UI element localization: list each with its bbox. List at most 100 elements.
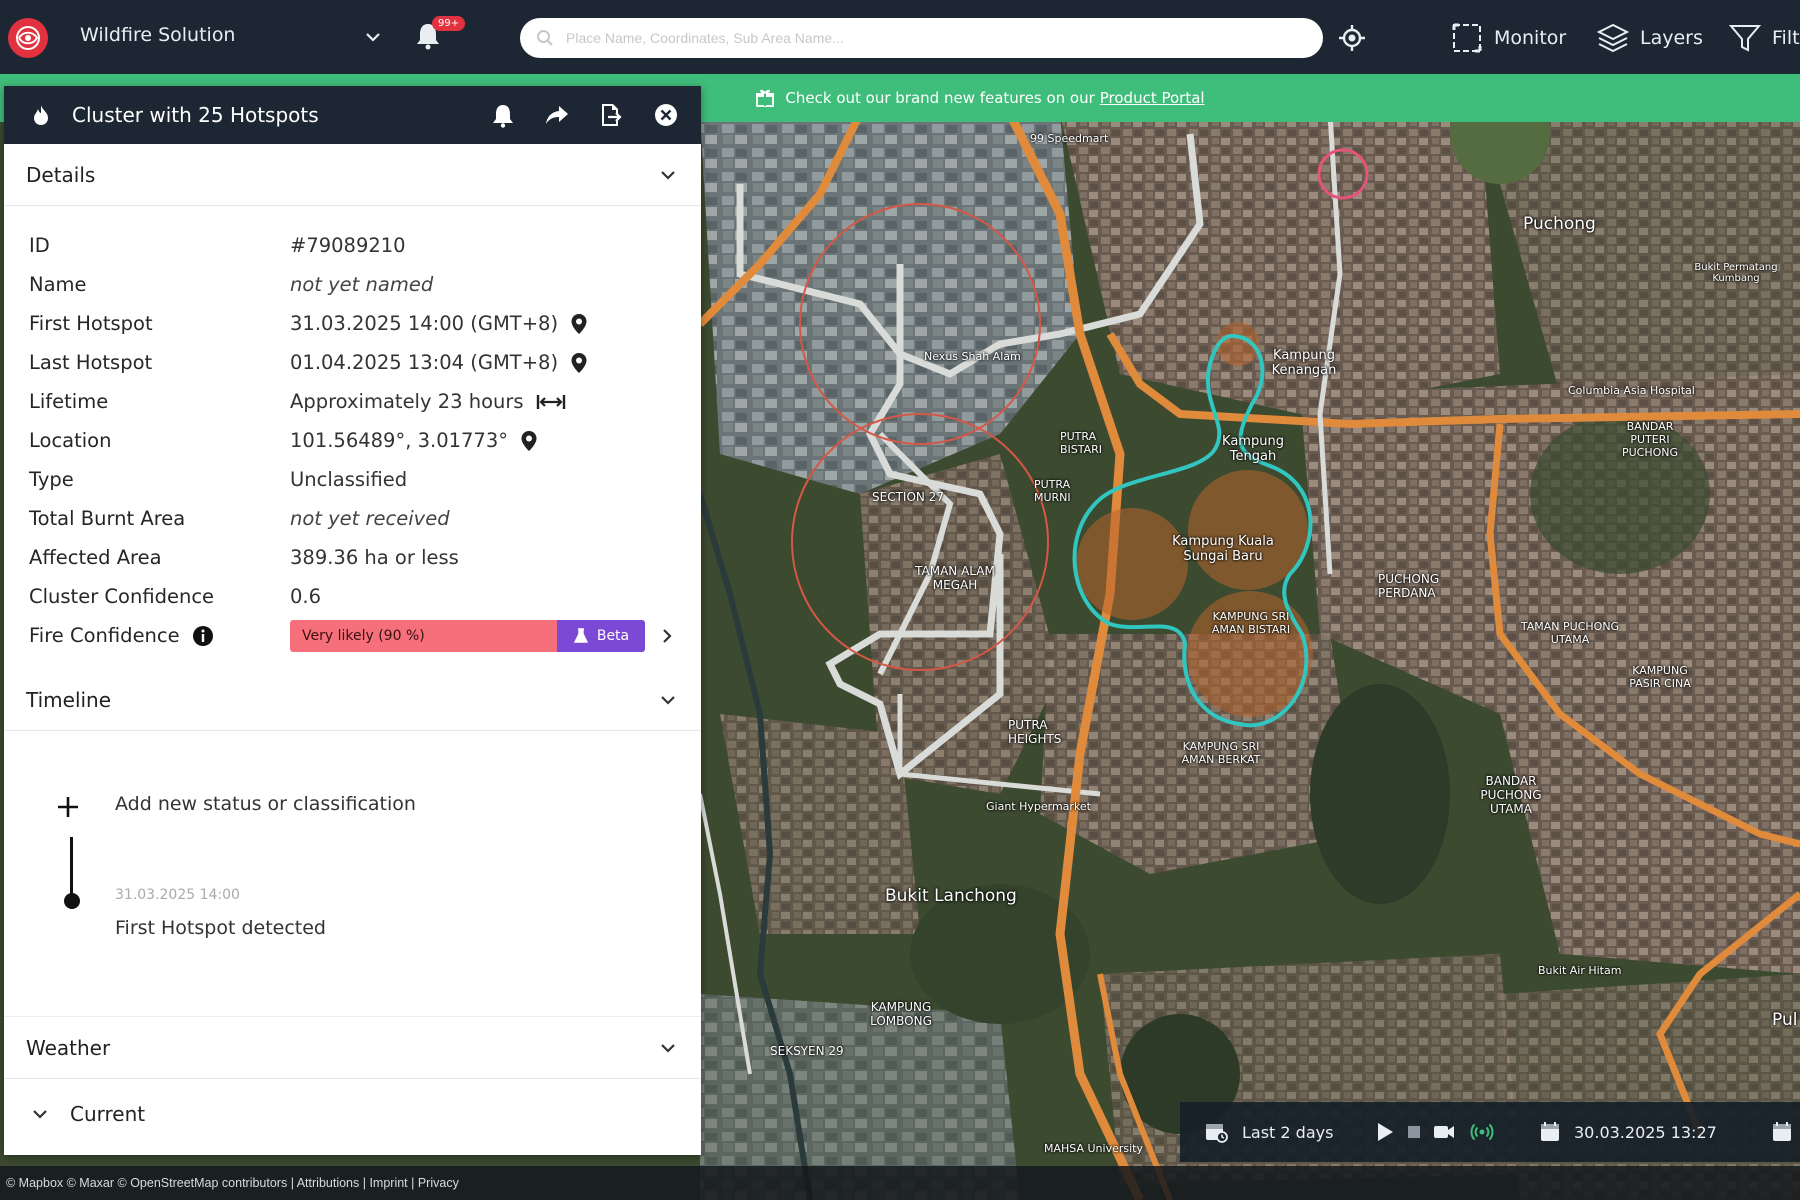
filter-label: Filt [1772,27,1800,49]
lifetime-value: Approximately 23 hours [290,390,524,413]
share-icon[interactable] [543,101,571,129]
bell-icon[interactable] [489,101,517,129]
location-label: Location [29,429,112,452]
map-label-putra-murni: PUTRA MURNI [1034,478,1071,504]
gift-icon [756,89,775,107]
map-label-bandar-puchong-utama: BANDAR PUCHONG UTAMA [1480,774,1542,816]
timeline-title: Timeline [26,687,112,712]
monitor-icon [1452,23,1482,53]
time-range-selector[interactable]: Last 2 days [1204,1120,1333,1144]
chevron-right-icon[interactable] [657,626,677,646]
detail-row-id: ID #79089210 [29,226,701,265]
map-pin-icon[interactable] [570,352,588,374]
chevron-down-icon [661,170,675,180]
time-range-label: Last 2 days [1242,1122,1334,1142]
info-icon[interactable] [192,625,214,647]
weather-section-header[interactable]: Weather [4,1017,701,1079]
chevron-down-icon [661,1043,675,1053]
name-label: Name [29,273,87,296]
fire-confidence-label-wrap: Fire Confidence [29,624,290,647]
name-value[interactable]: not yet named [290,273,433,296]
map-label-bukit-lanchong: Bukit Lanchong [885,886,1017,906]
map-pin-icon[interactable] [570,313,588,335]
chevron-down-icon[interactable] [363,27,383,47]
last-hotspot-label: Last Hotspot [29,351,153,374]
cluster-confidence-value: 0.6 [290,585,322,608]
detail-row-first-hotspot: First Hotspot 31.03.2025 14:00 (GMT+8) [29,304,701,343]
last-hotspot-value: 01.04.2025 13:04 (GMT+8) [290,351,559,374]
video-camera-icon[interactable] [1432,1120,1456,1144]
timeline-connector [70,837,73,899]
search-bar[interactable] [520,18,1323,58]
cluster-confidence-label: Cluster Confidence [29,585,215,608]
map-label-kampung-kenangan: Kampung Kenangan [1271,348,1337,378]
add-status-button[interactable]: Add new status or classification [115,793,416,815]
map-label-mahsa: MAHSA University [1044,1142,1143,1155]
current-weather-toggle[interactable]: Current [4,1079,701,1149]
detail-row-total-burnt-area: Total Burnt Area not yet received [29,499,701,538]
app-logo-icon[interactable] [8,18,48,58]
details-section-header[interactable]: Details [4,144,701,206]
fire-confidence-bar: Very likely (90 %) Beta [290,619,645,652]
top-bar: Wildfire Solution 99+ Monitor Layers Fil… [0,0,1800,74]
banner-text: Check out our brand new features on our [785,89,1095,107]
map-label-nexus: Nexus Shah Alam [924,350,1021,363]
map-label-taman-puchong-utama: TAMAN PUCHONG UTAMA [1520,620,1620,646]
calendar-clock-icon [1206,1124,1228,1143]
time-control-bar: Last 2 days 30.03.2025 13:27 [1180,1102,1800,1162]
map-label-kampung-kuala: Kampung Kuala Sungai Baru [1172,534,1274,564]
calendar-icon [1541,1122,1559,1141]
product-portal-link[interactable]: Product Portal [1100,89,1205,107]
timeline-section-header[interactable]: Timeline [4,669,701,731]
detail-row-last-hotspot: Last Hotspot 01.04.2025 13:04 (GMT+8) [29,343,701,382]
weather-title: Weather [26,1035,111,1060]
filter-button[interactable]: Filt [1728,18,1800,58]
detail-row-cluster-confidence: Cluster Confidence 0.6 [29,577,701,616]
duration-arrows-icon [536,394,565,409]
stop-icon[interactable] [1402,1120,1426,1144]
monitor-label: Monitor [1494,27,1567,49]
map-label-seksyen-29: SEKSYEN 29 [770,1044,844,1058]
timeline-event-date: 31.03.2025 14:00 [115,887,240,903]
date-picker[interactable]: 30.03.2025 13:27 [1538,1120,1717,1144]
first-hotspot-label: First Hotspot [29,312,153,335]
map-label-taman-alam-megah: TAMAN ALAM MEGAH [915,564,995,592]
export-icon[interactable] [597,101,625,129]
map-attribution[interactable]: © Mapbox © Maxar © OpenStreetMap contrib… [0,1166,1800,1200]
detail-row-type: Type Unclassified [29,460,701,499]
search-input[interactable] [566,30,1286,46]
map-label-sri-aman-bistari: KAMPUNG SRI AMAN BISTARI [1211,610,1291,636]
monitor-button[interactable]: Monitor [1450,18,1566,58]
timeline-event-text: First Hotspot detected [115,917,326,939]
fire-confidence-value: Very likely (90 %) [290,619,557,652]
detail-row-name: Name not yet named [29,265,701,304]
total-burnt-area-label: Total Burnt Area [29,507,186,530]
detail-row-lifetime: Lifetime Approximately 23 hours [29,382,701,421]
calendar-icon[interactable] [1770,1120,1794,1144]
layers-label: Layers [1640,27,1703,49]
map-pin-icon[interactable] [520,430,538,452]
app-title[interactable]: Wildfire Solution [80,24,235,46]
detail-row-affected-area: Affected Area 389.36 ha or less [29,538,701,577]
timeline-dot [64,893,80,909]
timeline-list: Add new status or classification 31.03.2… [4,731,701,1017]
locate-icon[interactable] [1338,24,1366,52]
detail-row-fire-confidence: Fire Confidence Very likely (90 %) Beta [29,616,701,655]
map-label-putra-heights: PUTRA HEIGHTS [1008,718,1062,746]
map-label-speedmart: 99 Speedmart [1030,132,1109,145]
plus-icon[interactable] [56,795,80,819]
current-label: Current [70,1102,146,1126]
location-value: 101.56489°, 3.01773° [290,429,508,452]
map-label-puchong: Puchong [1523,214,1596,234]
close-icon[interactable] [652,101,680,129]
layers-button[interactable]: Layers [1596,18,1703,58]
fire-confidence-label: Fire Confidence [29,624,180,647]
panel-title: Cluster with 25 Hotspots [72,103,319,127]
id-label: ID [29,234,50,257]
details-list: ID #79089210 Name not yet named First Ho… [4,206,701,655]
total-burnt-area-value: not yet received [290,507,450,530]
beta-label: Beta [596,627,630,644]
details-title: Details [26,162,96,187]
play-icon[interactable] [1372,1120,1396,1144]
live-broadcast-icon[interactable] [1470,1120,1494,1144]
